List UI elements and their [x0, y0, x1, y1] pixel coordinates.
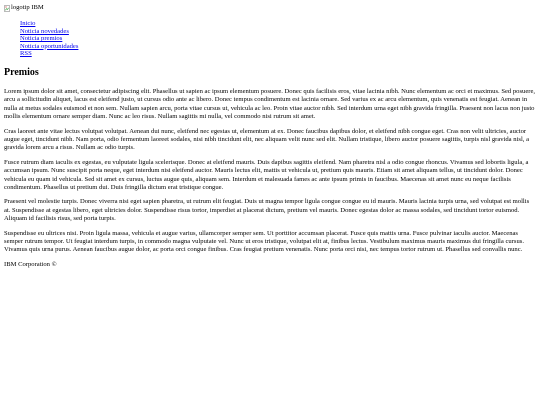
nav-link-premios[interactable]: Noticia premios [20, 35, 62, 42]
nav-item-rss: RSS [20, 50, 536, 58]
logo-alt-text: logotip IBM [11, 4, 44, 11]
nav-item-inicio: Inicio [20, 20, 536, 28]
broken-image-icon [4, 4, 10, 12]
nav-item-premios: Noticia premios [20, 35, 536, 43]
article-paragraph: Suspendisse eu ultrices nisi. Proin ligu… [4, 229, 524, 254]
article-paragraph: Lorem ipsum dolor sit amet, consectetur … [4, 87, 536, 121]
nav-item-novedades: Noticia novedades [20, 28, 536, 36]
article-paragraph: Praesent vel molestie turpis. Donec vive… [4, 198, 530, 223]
article-body: Lorem ipsum dolor sit amet, consectetur … [4, 88, 536, 255]
nav-link-rss[interactable]: RSS [20, 50, 32, 57]
footer: IBM Corporation © [4, 261, 536, 269]
nav-item-oportunidades: Noticia oportunidades [20, 43, 536, 51]
logo: logotip IBM [4, 4, 44, 12]
nav-link-oportunidades[interactable]: Noticia oportunidades [20, 43, 78, 50]
nav-link-inicio[interactable]: Inicio [20, 20, 35, 27]
footer-copyright: IBM Corporation © [4, 260, 57, 268]
page: logotip IBM Inicio Noticia novedades Not… [0, 0, 540, 269]
main-navigation: Inicio Noticia novedades Noticia premios… [20, 20, 536, 58]
nav-link-novedades[interactable]: Noticia novedades [20, 28, 69, 35]
page-title: Premios [4, 66, 39, 78]
article-paragraph: Fusce rutrum diam iaculis ex egestas, eu… [4, 158, 529, 192]
header: logotip IBM [4, 4, 536, 14]
article-paragraph: Cras laoreet ante vitae lectus volutpat … [4, 127, 529, 152]
